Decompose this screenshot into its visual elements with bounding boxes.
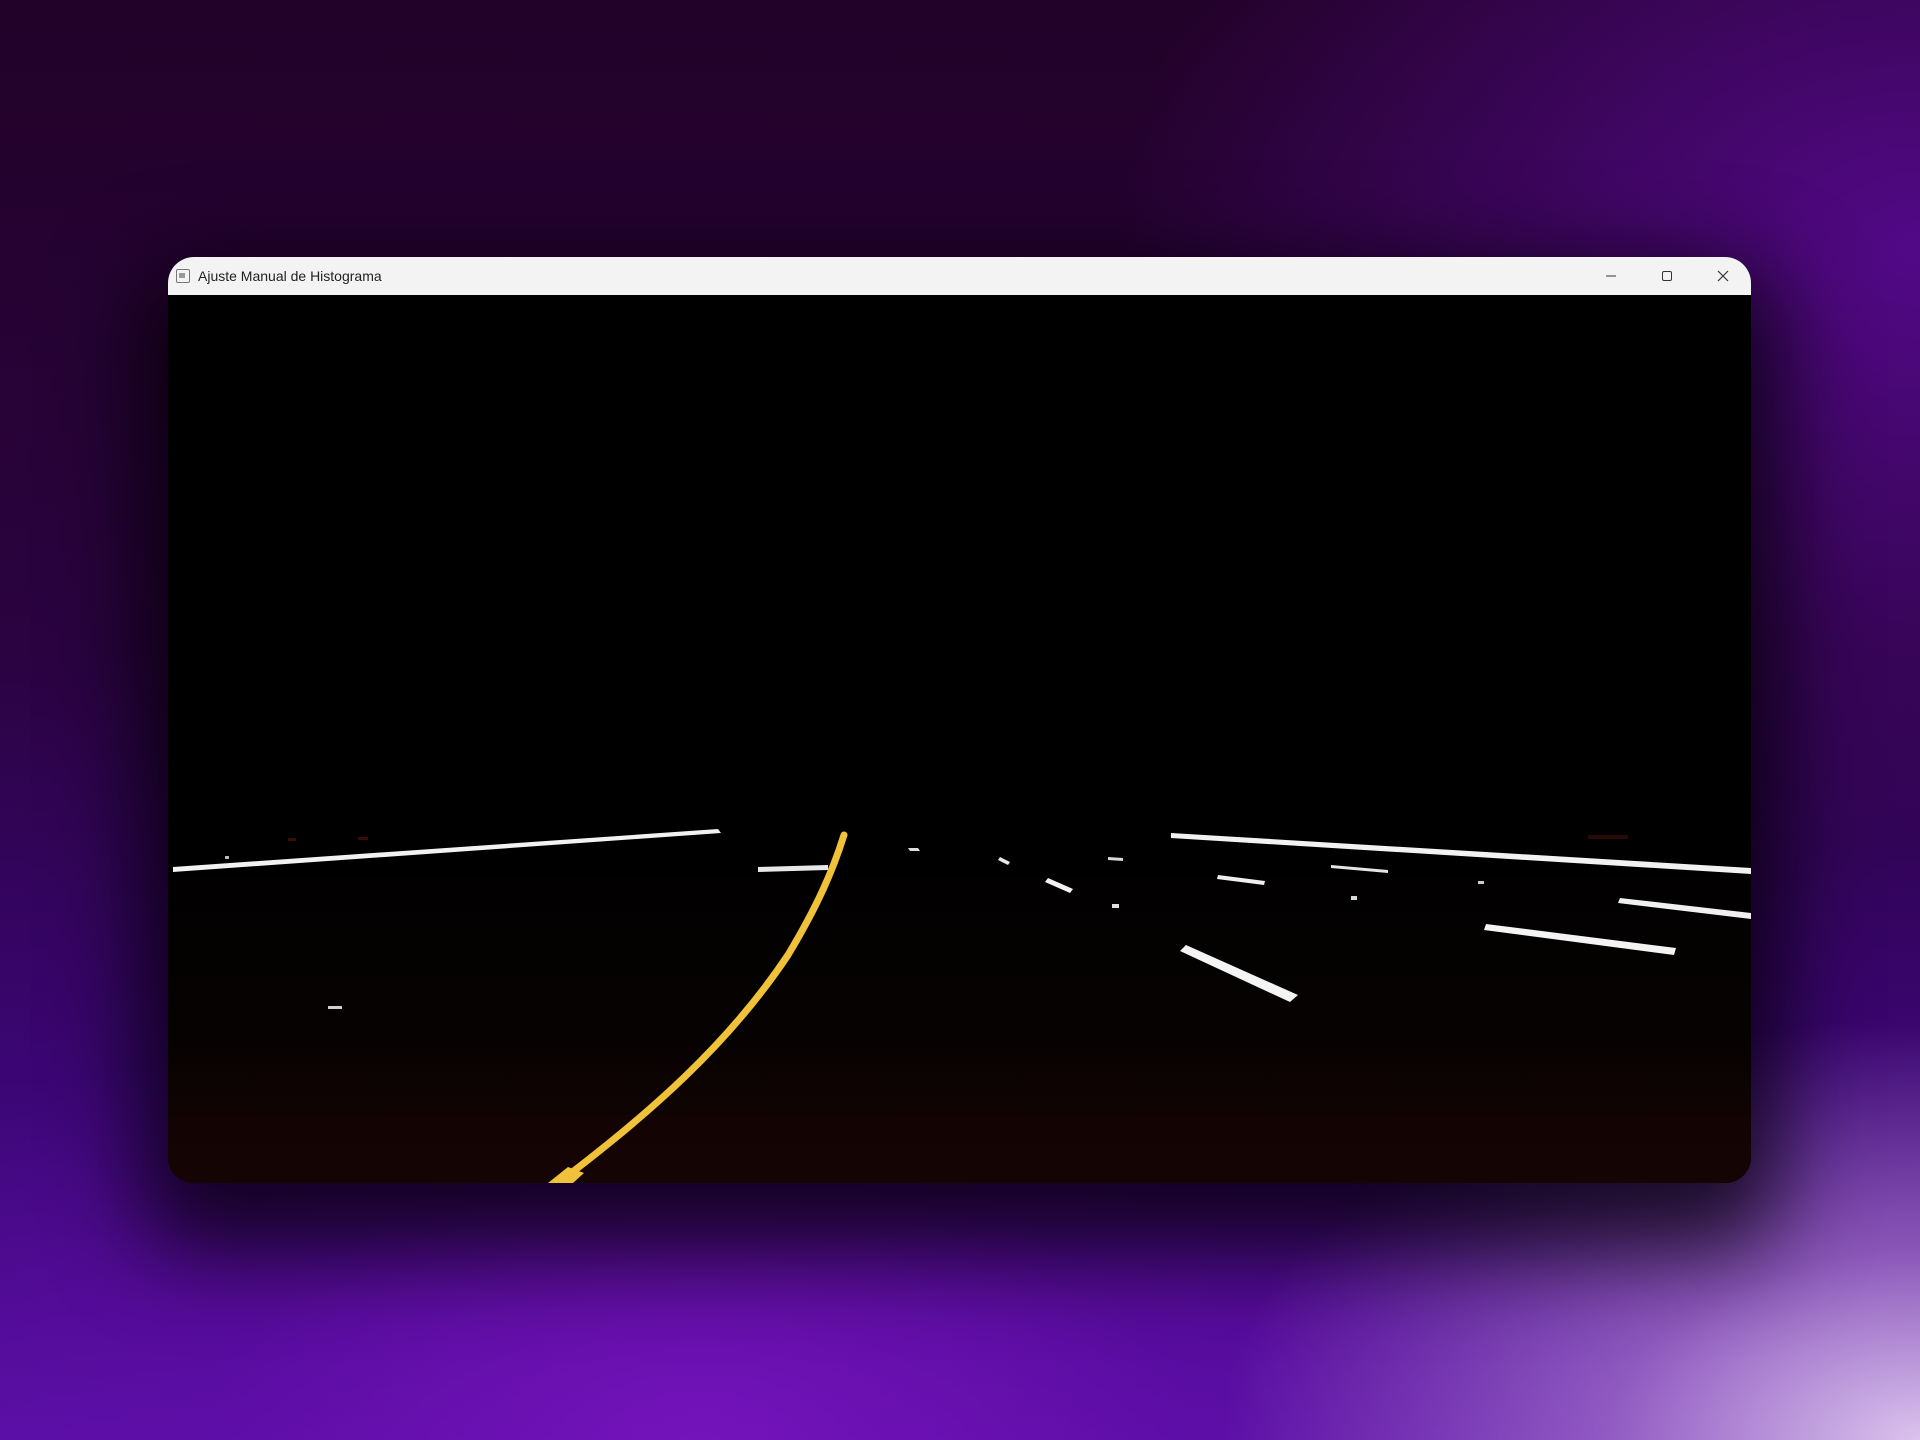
- shoulder-glint: [288, 838, 296, 841]
- lane-dash: [908, 848, 920, 851]
- app-icon: [176, 269, 190, 283]
- minimize-button[interactable]: [1583, 257, 1639, 295]
- maximize-icon: [1662, 271, 1672, 281]
- close-icon: [1717, 270, 1729, 282]
- window-title: Ajuste Manual de Histograma: [198, 268, 382, 284]
- window-controls: [1583, 257, 1751, 295]
- lane-dot: [225, 856, 229, 859]
- title-bar[interactable]: Ajuste Manual de Histograma: [168, 257, 1751, 295]
- maximize-button[interactable]: [1639, 257, 1695, 295]
- minimize-icon: [1606, 275, 1616, 277]
- road-frame-image: [168, 295, 1751, 1183]
- app-window: Ajuste Manual de Histograma: [168, 257, 1751, 1183]
- road-bottom-strip: [168, 1115, 1751, 1183]
- lane-dot: [1112, 904, 1119, 908]
- shoulder-glint: [358, 837, 368, 840]
- lane-dot: [1351, 896, 1357, 900]
- image-viewport: [168, 295, 1751, 1183]
- lane-dot: [328, 1006, 342, 1009]
- lane-dot: [1478, 881, 1484, 884]
- shoulder-glint: [1588, 835, 1628, 839]
- close-button[interactable]: [1695, 257, 1751, 295]
